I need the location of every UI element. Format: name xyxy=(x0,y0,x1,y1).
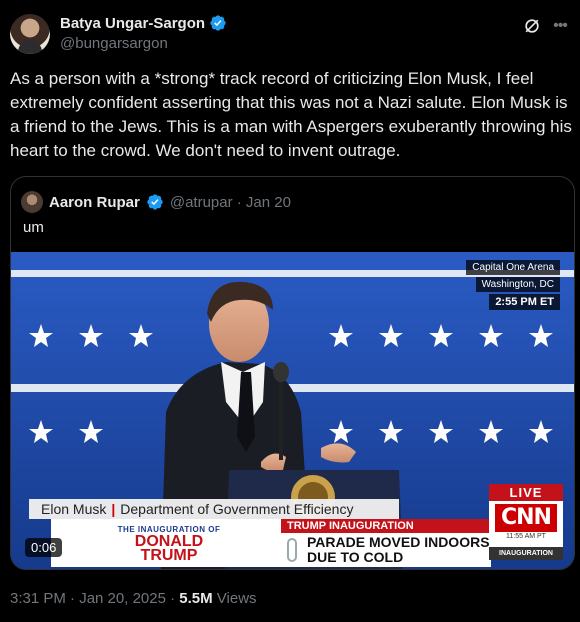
network-time: 11:55 AM PT xyxy=(506,533,546,540)
location-overlay: Capital One Arena Washington, DC 2:55 PM… xyxy=(466,260,560,312)
lower-third-title: Department of Government Efficiency xyxy=(120,501,354,517)
lower-third-caption: Elon Musk | Department of Government Effic… xyxy=(29,499,399,519)
more-options-icon[interactable]: ••• xyxy=(550,16,570,36)
author-name-row: Batya Ungar-Sargon xyxy=(60,14,227,32)
cnn-logo: CNN xyxy=(495,504,557,532)
verified-badge-icon xyxy=(210,15,226,31)
verified-badge-icon xyxy=(147,194,163,210)
inauguration-name-2: TRUMP xyxy=(140,547,198,564)
tweet-timestamp[interactable]: 3:31 PM · Jan 20, 2025 · xyxy=(10,590,179,607)
grok-icon[interactable] xyxy=(522,16,542,36)
inauguration-graphic: THE INAUGURATION OF DONALD TRUMP xyxy=(51,519,287,567)
quoted-tweet-header: Aaron Rupar @atrupar · Jan 20 xyxy=(21,191,291,213)
quoted-handle-date: @atrupar · Jan 20 xyxy=(169,193,291,211)
live-badge: LIVE xyxy=(489,484,563,501)
tweet-text: As a person with a *strong* track record… xyxy=(10,69,572,160)
quoted-tweet-text: um xyxy=(23,219,44,236)
location-city: Washington, DC xyxy=(475,277,560,292)
news-headline: PARADE MOVED INDOORS DUE TO COLD xyxy=(281,533,491,567)
thermometer-icon xyxy=(287,538,297,562)
tweet-header: Batya Ungar-Sargon @bungarsargon ••• xyxy=(10,12,570,56)
quoted-tweet[interactable]: Aaron Rupar @atrupar · Jan 20 um Capital… xyxy=(10,176,575,570)
network-tag: INAUGURATION xyxy=(489,547,563,560)
location-venue: Capital One Arena xyxy=(466,260,560,275)
news-strip-label: TRUMP INAUGURATION xyxy=(281,519,491,533)
quoted-author-avatar xyxy=(21,191,43,213)
video-duration: 0:06 xyxy=(25,538,63,557)
video-player[interactable]: Capital One Arena Washington, DC 2:55 PM… xyxy=(11,252,574,569)
author-avatar[interactable] xyxy=(10,14,50,54)
news-headline-text: PARADE MOVED INDOORS DUE TO COLD xyxy=(307,534,490,565)
network-logo-box: CNN 11:55 AM PT xyxy=(489,501,563,547)
author-handle[interactable]: @bungarsargon xyxy=(60,35,168,52)
views-count: 5.5M xyxy=(179,590,213,607)
lower-third-name: Elon Musk xyxy=(41,501,107,517)
lower-third-separator: | xyxy=(111,501,116,517)
tweet-footer: 3:31 PM · Jan 20, 2025 · 5.5M Views xyxy=(10,590,257,607)
views-label: Views xyxy=(212,590,257,607)
location-time: 2:55 PM ET xyxy=(489,294,560,310)
quoted-author-name: Aaron Rupar xyxy=(49,193,140,211)
author-name[interactable]: Batya Ungar-Sargon xyxy=(60,15,205,32)
